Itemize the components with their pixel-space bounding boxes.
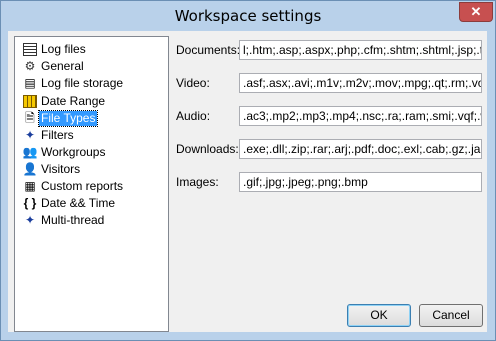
settings-tree[interactable]: Log files ⚙ General ▤ Log file storage D… xyxy=(14,36,169,332)
tree-item-custom-reports[interactable]: ▦ Custom reports xyxy=(15,178,165,195)
audio-label: Audio: xyxy=(176,109,211,123)
tree-item-workgroups[interactable]: 👥 Workgroups xyxy=(15,144,165,161)
tree-item-label: Date && Time xyxy=(41,196,116,210)
storage-icon: ▤ xyxy=(24,76,36,90)
tree-item-multi-thread[interactable]: ✦ Multi-thread xyxy=(15,212,165,229)
documents-label: Documents: xyxy=(176,43,241,57)
tree-item-label: Visitors xyxy=(41,162,81,176)
multi-thread-icon: ✦ xyxy=(24,213,36,227)
file-types-icon: 🗎 xyxy=(25,111,35,125)
video-label: Video: xyxy=(176,76,210,90)
audio-field[interactable]: .ac3;.mp2;.mp3;.mp4;.nsc;.ra;.ram;.smi;.… xyxy=(239,106,482,126)
tree-item-file-types[interactable]: 🗎 File Types xyxy=(15,110,165,127)
downloads-label: Downloads: xyxy=(176,142,239,156)
calendar-icon xyxy=(23,95,37,108)
cancel-button[interactable]: Cancel xyxy=(419,304,483,327)
log-files-icon xyxy=(23,43,37,56)
downloads-field[interactable]: .exe;.dll;.zip;.rar;.arj;.pdf;.doc;.exl;… xyxy=(239,139,482,159)
tree-item-label: Workgroups xyxy=(41,145,106,159)
images-label: Images: xyxy=(176,175,219,189)
close-button[interactable]: ✕ xyxy=(459,2,493,22)
ok-button[interactable]: OK xyxy=(347,304,411,327)
tree-item-date-range[interactable]: Date Range xyxy=(15,93,165,110)
tree-item-visitors[interactable]: 👤 Visitors xyxy=(15,161,165,178)
visitors-icon: 👤 xyxy=(22,162,38,176)
dialog-client-area: Log files ⚙ General ▤ Log file storage D… xyxy=(8,31,487,332)
tree-item-label: File Types xyxy=(37,110,99,127)
tree-item-log-file-storage[interactable]: ▤ Log file storage xyxy=(15,75,165,92)
tree-item-general[interactable]: ⚙ General xyxy=(15,58,165,75)
braces-icon: { } xyxy=(23,196,37,210)
workgroups-icon: 👥 xyxy=(22,145,38,159)
workspace-settings-window: Workspace settings ✕ Log files ⚙ General… xyxy=(0,0,496,341)
title-bar[interactable]: Workspace settings ✕ xyxy=(1,1,495,31)
images-field[interactable]: .gif;.jpg;.jpeg;.png;.bmp xyxy=(239,172,482,192)
tree-item-label: General xyxy=(41,59,84,73)
tree-item-log-files[interactable]: Log files xyxy=(15,41,165,58)
tree-item-label: Custom reports xyxy=(41,179,124,193)
tree-item-label: Log files xyxy=(41,42,86,56)
documents-field[interactable]: l;.htm;.asp;.aspx;.php;.cfm;.shtm;.shtml… xyxy=(239,40,482,60)
tree-item-label: Log file storage xyxy=(41,76,124,90)
tree-item-filters[interactable]: ✦ Filters xyxy=(15,127,165,144)
filters-icon: ✦ xyxy=(24,128,36,142)
video-field[interactable]: .asf;.asx;.avi;.m1v;.m2v;.mov;.mpg;.qt;.… xyxy=(239,73,482,93)
tree-item-label: Multi-thread xyxy=(41,213,105,227)
general-icon: ⚙ xyxy=(24,59,36,73)
tree-item-label: Filters xyxy=(41,128,74,142)
window-title: Workspace settings xyxy=(174,7,322,25)
tree-item-label: Date Range xyxy=(41,94,106,108)
tree-item-date-time[interactable]: { } Date && Time xyxy=(15,195,165,212)
custom-reports-icon: ▦ xyxy=(24,179,36,193)
